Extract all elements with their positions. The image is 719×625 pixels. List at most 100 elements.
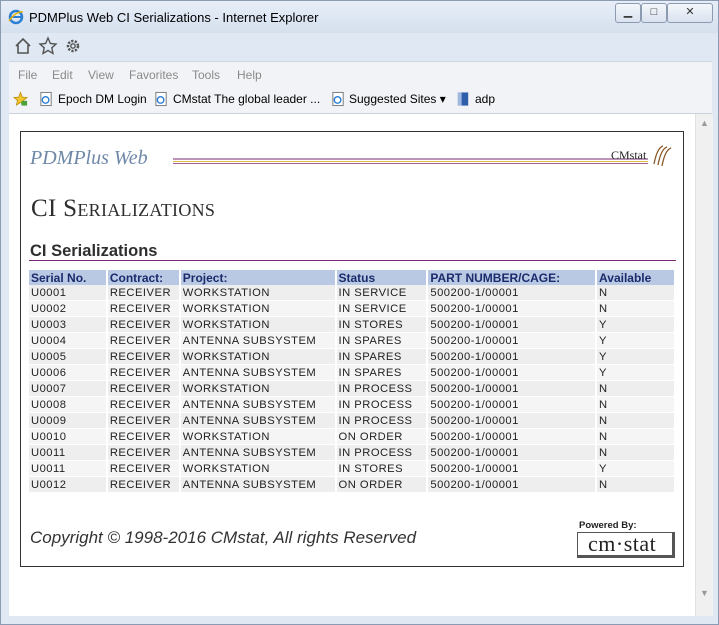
table-cell: RECEIVER <box>106 316 181 333</box>
table-row: U0009 RECEIVER ANTENNA SUBSYSTEM IN PROCESS… <box>29 412 676 429</box>
table-cell: RECEIVER <box>106 476 181 493</box>
table-cell: 500200-1/00001 <box>427 285 598 301</box>
table-cell: IN PROCESS <box>335 396 429 413</box>
table-cell: IN PROCESS <box>335 412 429 429</box>
col-project: Project: <box>179 270 337 285</box>
table-cell: ON ORDER <box>335 476 429 493</box>
table-cell: 500200-1/00001 <box>427 332 598 349</box>
table-row: U0004 RECEIVER ANTENNA SUBSYSTEM IN SPARES 5… <box>29 332 676 349</box>
powered-by-logo-text: cm·stat <box>588 531 657 556</box>
menu-favorites[interactable]: Favorites <box>129 68 178 82</box>
table-cell: ON ORDER <box>335 428 429 445</box>
table-cell: N <box>596 412 676 429</box>
table-row: U0006 RECEIVER ANTENNA SUBSYSTEM IN SPARES 5… <box>29 364 676 381</box>
col-serial-no: Serial No. <box>29 270 108 285</box>
table-row: U0002 RECEIVER WORKSTATION IN SERVICE 500200… <box>29 300 676 317</box>
table-cell: U0002 <box>29 300 108 317</box>
gear-icon[interactable] <box>63 36 83 56</box>
minimize-button[interactable]: ▁ <box>615 3 641 23</box>
maximize-button[interactable]: □ <box>641 3 667 23</box>
table-cell: RECEIVER <box>106 348 181 365</box>
table-cell: WORKSTATION <box>179 348 337 365</box>
powered-by-label: Powered By: <box>579 520 637 531</box>
table-cell: U0011 <box>29 460 108 477</box>
home-icon[interactable] <box>13 36 33 56</box>
section-title: CI Serializations <box>30 242 158 260</box>
table-cell: IN SERVICE <box>335 300 429 317</box>
fav-adp[interactable]: adp <box>475 92 495 106</box>
table-cell: U0005 <box>29 348 108 365</box>
table-cell: N <box>596 396 676 413</box>
report-panel: PDMPlus Web CMstat CI Serializations CI … <box>20 131 684 567</box>
table-cell: WORKSTATION <box>179 380 337 397</box>
table-row: U0010 RECEIVER WORKSTATION ON ORDER 500200-1… <box>29 428 676 445</box>
col-available: Available <box>596 270 676 285</box>
table-cell: RECEIVER <box>106 428 181 445</box>
scroll-up-icon[interactable]: ▲ <box>700 118 709 128</box>
table-cell: IN SPARES <box>335 332 429 349</box>
table-cell: U0006 <box>29 364 108 381</box>
table-cell: 500200-1/00001 <box>427 460 598 477</box>
menu-help[interactable]: Help <box>237 68 262 82</box>
table-cell: IN PROCESS <box>335 380 429 397</box>
menu-edit[interactable]: Edit <box>52 68 73 82</box>
table-cell: ANTENNA SUBSYSTEM <box>179 444 337 461</box>
table-cell: IN PROCESS <box>335 444 429 461</box>
table-cell: 500200-1/00001 <box>427 476 598 493</box>
table-cell: RECEIVER <box>106 364 181 381</box>
table-cell: U0008 <box>29 396 108 413</box>
fav-cmstat[interactable]: CMstat The global leader ... <box>173 92 320 106</box>
close-button[interactable]: ✕ <box>667 3 713 23</box>
scroll-down-icon[interactable]: ▼ <box>700 588 709 598</box>
table-cell: Y <box>596 316 676 333</box>
table-cell: ANTENNA SUBSYSTEM <box>179 332 337 349</box>
fav-suggested-sites[interactable]: Suggested Sites ▾ <box>349 92 446 106</box>
ie-logo-icon <box>8 9 24 25</box>
col-contract: Contract: <box>106 270 181 285</box>
menu-bar: File Edit View Favorites Tools Help <box>9 61 712 88</box>
table-cell: IN STORES <box>335 460 429 477</box>
table-cell: 500200-1/00001 <box>427 364 598 381</box>
favorites-star-icon[interactable] <box>13 91 28 107</box>
table-cell: Y <box>596 348 676 365</box>
browser-window: PDMPlus Web CI Serializations - Internet… <box>0 0 719 625</box>
table-cell: RECEIVER <box>106 300 181 317</box>
table-cell: N <box>596 476 676 493</box>
table-row: U0011 RECEIVER WORKSTATION IN STORES 500200-… <box>29 460 676 477</box>
table-row: U0007 RECEIVER WORKSTATION IN PROCESS 500200… <box>29 380 676 397</box>
table-row: U0012 RECEIVER ANTENNA SUBSYSTEM ON ORDER 50… <box>29 476 676 493</box>
menu-tools[interactable]: Tools <box>192 68 220 82</box>
table-cell: N <box>596 444 676 461</box>
table-cell: 500200-1/00001 <box>427 428 598 445</box>
table-cell: WORKSTATION <box>179 428 337 445</box>
table-cell: IN SPARES <box>335 348 429 365</box>
table-cell: WORKSTATION <box>179 300 337 317</box>
vertical-scrollbar[interactable]: ▲ ▼ <box>695 114 713 616</box>
star-icon[interactable] <box>38 36 58 56</box>
page-icon <box>40 91 52 107</box>
page-content: PDMPlus Web CMstat CI Serializations CI … <box>9 114 695 616</box>
table-cell: 500200-1/00001 <box>427 412 598 429</box>
command-icons <box>1 33 718 61</box>
fav-epoch-dm-login[interactable]: Epoch DM Login <box>58 92 147 106</box>
table-cell: IN SERVICE <box>335 285 429 301</box>
table-cell: U0003 <box>29 316 108 333</box>
table-cell: RECEIVER <box>106 380 181 397</box>
table-row: U0001 RECEIVER WORKSTATION IN SERVICE 500200… <box>29 285 676 301</box>
table-cell: U0001 <box>29 285 108 301</box>
menu-view[interactable]: View <box>88 68 114 82</box>
table-cell: ANTENNA SUBSYSTEM <box>179 396 337 413</box>
menu-file[interactable]: File <box>18 68 37 82</box>
brand-title: PDMPlus Web <box>30 147 148 169</box>
table-cell: IN SPARES <box>335 364 429 381</box>
table-cell: U0010 <box>29 428 108 445</box>
favorites-bar: Epoch DM Login CMstat The global leader … <box>9 87 712 114</box>
window-title: PDMPlus Web CI Serializations - Internet… <box>29 10 319 25</box>
table-cell: WORKSTATION <box>179 285 337 301</box>
table-cell: ANTENNA SUBSYSTEM <box>179 476 337 493</box>
copyright-text: Copyright © 1998-2016 CMstat, All rights… <box>30 528 417 547</box>
table-row: U0008 RECEIVER ANTENNA SUBSYSTEM IN PROCESS… <box>29 396 676 413</box>
col-part-number: PART NUMBER/CAGE: <box>427 270 598 285</box>
powered-by-logo: cm·stat <box>577 531 675 558</box>
powered-by-badge[interactable]: Powered By: cm·stat <box>577 520 675 558</box>
